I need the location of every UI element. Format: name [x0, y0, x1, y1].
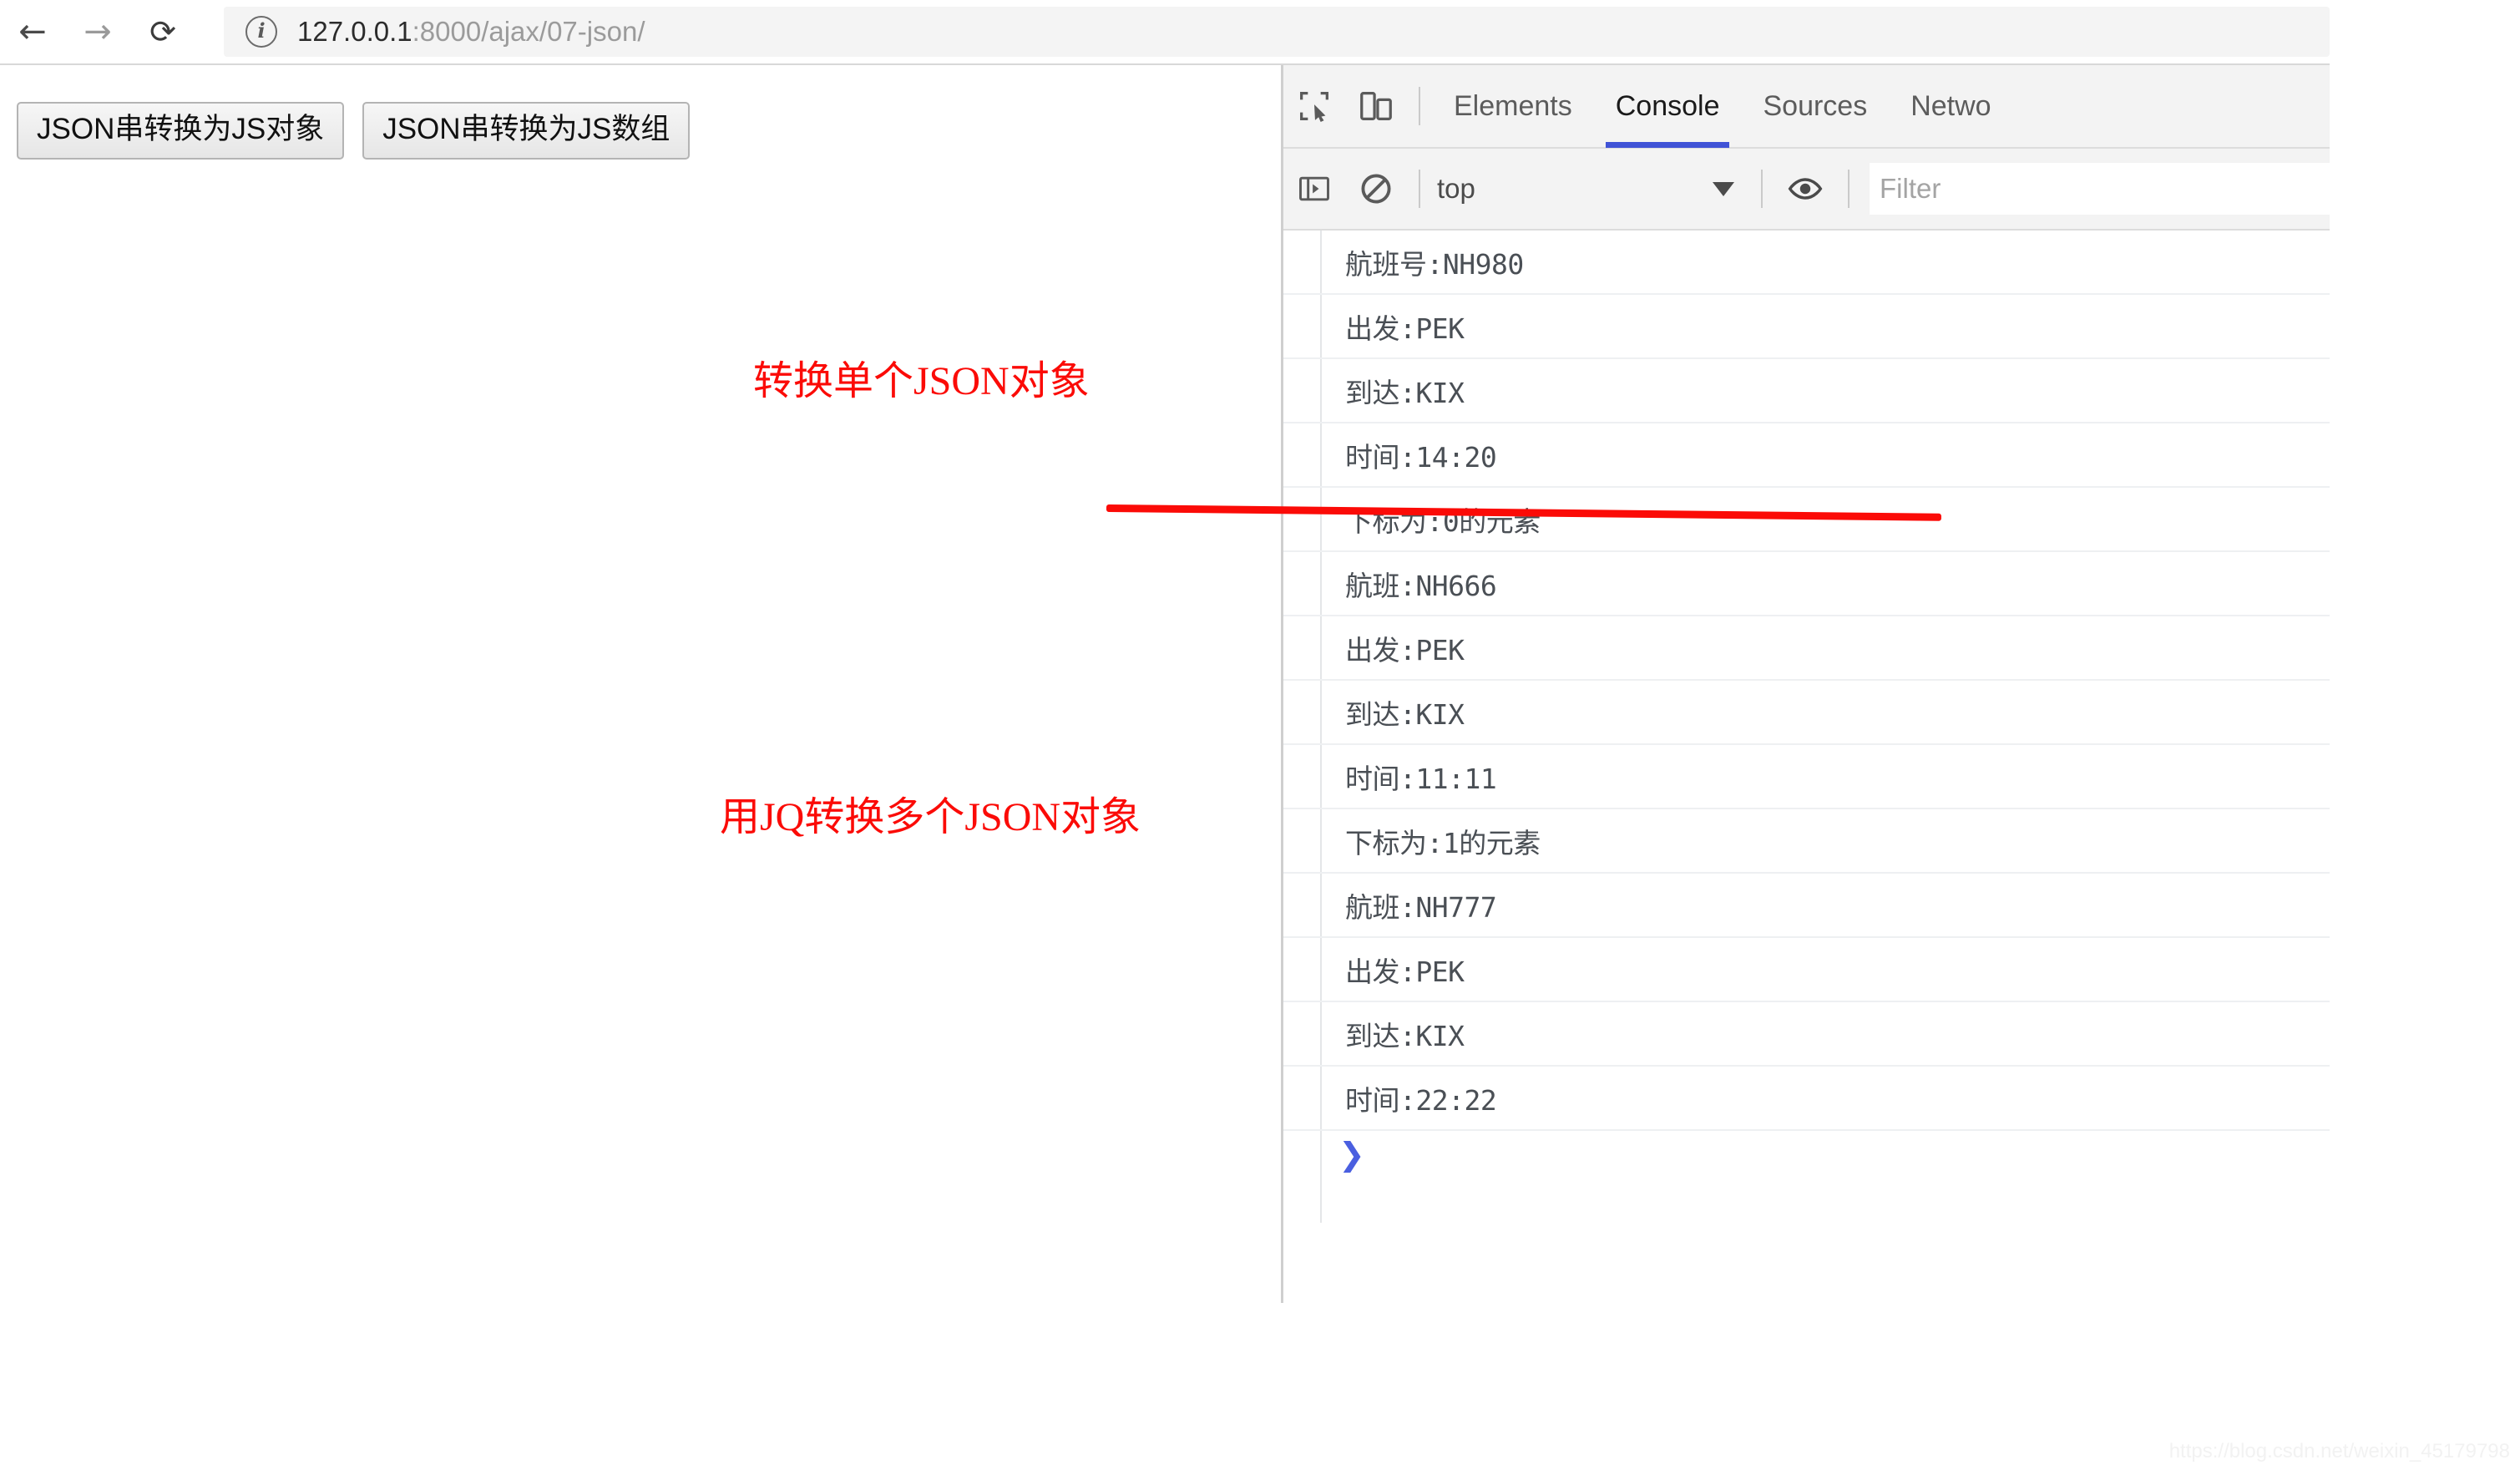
- console-row[interactable]: 到达:KIX: [1283, 1002, 2330, 1067]
- live-expression-eye-icon[interactable]: [1774, 147, 1836, 231]
- console-filter-toolbar: top: [1283, 149, 2330, 231]
- prompt-chevron-icon: ❯: [1338, 1136, 1365, 1173]
- filterbar-divider-1: [1419, 170, 1420, 208]
- json-to-object-button[interactable]: JSON串转换为JS对象: [17, 102, 345, 160]
- console-message-text: 到达:KIX: [1345, 376, 1465, 409]
- url-host: 127.0.0.1: [297, 16, 412, 47]
- demo-button-row: JSON串转换为JS对象 JSON串转换为JS数组: [17, 102, 691, 160]
- tab-elements[interactable]: Elements: [1432, 65, 1594, 148]
- console-message-text: 出发:PEK: [1345, 955, 1465, 988]
- sidebar-toggle-icon[interactable]: [1283, 147, 1345, 231]
- url-path: :8000/ajax/07-json/: [412, 16, 645, 47]
- console-row-gutter: [1283, 1002, 1322, 1065]
- console-message-text: 到达:KIX: [1345, 697, 1465, 731]
- filterbar-divider-2: [1761, 170, 1763, 208]
- console-row-gutter: [1283, 488, 1322, 550]
- console-row[interactable]: 下标为:0的元素: [1283, 488, 2330, 552]
- console-row-gutter: [1283, 295, 1322, 357]
- console-message-text: 航班号:NH980: [1345, 247, 1524, 281]
- reload-icon: ⟳: [149, 13, 176, 50]
- console-message-text: 出发:PEK: [1345, 633, 1465, 667]
- console-row[interactable]: 时间:22:22: [1283, 1067, 2330, 1131]
- tab-network[interactable]: Netwo: [1889, 65, 2012, 148]
- console-message-text: 时间:14:20: [1345, 440, 1497, 474]
- console-row-gutter: [1283, 1067, 1322, 1129]
- console-message-text: 到达:KIX: [1345, 1019, 1465, 1052]
- console-row-gutter: [1283, 231, 1322, 293]
- annotation-multiple-json-objects: 用JQ转换多个JSON对象: [720, 795, 1141, 839]
- address-bar[interactable]: i 127.0.0.1:8000/ajax/07-json/: [224, 7, 2330, 57]
- console-filter-input[interactable]: [1870, 163, 2330, 215]
- console-message-text: 时间:11:11: [1345, 762, 1497, 795]
- console-row-gutter: [1283, 616, 1322, 679]
- console-row-gutter: [1283, 938, 1322, 1001]
- console-row[interactable]: 出发:PEK: [1283, 616, 2330, 681]
- console-input-prompt[interactable]: ❯: [1283, 1131, 2330, 1223]
- tab-sources[interactable]: Sources: [1741, 65, 1889, 148]
- forward-arrow-icon: →: [83, 13, 112, 51]
- execution-context-label: top: [1437, 173, 1475, 204]
- watermark-text: https://blog.csdn.net/weixin_45179798: [2168, 1440, 2510, 1462]
- devtools-tabbar: Elements Console Sources Netwo: [1283, 65, 2330, 149]
- json-to-array-button[interactable]: JSON串转换为JS数组: [362, 102, 691, 160]
- console-row[interactable]: 到达:KIX: [1283, 359, 2330, 423]
- tab-console[interactable]: Console: [1594, 65, 1742, 148]
- console-row[interactable]: 出发:PEK: [1283, 295, 2330, 359]
- reload-button[interactable]: ⟳: [130, 0, 195, 63]
- console-row-gutter: [1283, 745, 1322, 808]
- console-row-gutter: [1283, 423, 1322, 486]
- execution-context-select[interactable]: top: [1432, 148, 1749, 230]
- chevron-down-icon: [1713, 181, 1734, 196]
- console-row[interactable]: 到达:KIX: [1283, 681, 2330, 745]
- console-row[interactable]: 航班:NH777: [1283, 874, 2330, 938]
- console-message-text: 航班:NH666: [1345, 569, 1497, 602]
- device-toolbar-icon[interactable]: [1345, 65, 1407, 148]
- console-row[interactable]: 下标为:1的元素: [1283, 809, 2330, 874]
- console-row-gutter: [1283, 809, 1322, 872]
- site-info-icon[interactable]: i: [245, 16, 277, 48]
- console-message-text: 出发:PEK: [1345, 312, 1465, 345]
- url-text: 127.0.0.1:8000/ajax/07-json/: [297, 16, 645, 48]
- browser-toolbar: ← → ⟳ i 127.0.0.1:8000/ajax/07-json/: [0, 0, 2330, 65]
- console-row-gutter: [1283, 359, 1322, 422]
- console-row-gutter: [1283, 552, 1322, 615]
- console-row[interactable]: 时间:11:11: [1283, 745, 2330, 809]
- forward-button[interactable]: →: [65, 0, 130, 63]
- inspect-element-icon[interactable]: [1283, 65, 1345, 148]
- console-row[interactable]: 航班号:NH980: [1283, 231, 2330, 295]
- console-message-list: 航班号:NH980 出发:PEK 到达:KIX 时间:14:20 下标为:0的元…: [1283, 231, 2330, 1223]
- console-message-text: 时间:22:22: [1345, 1083, 1497, 1117]
- console-message-text: 下标为:1的元素: [1345, 826, 1541, 859]
- console-row[interactable]: 出发:PEK: [1283, 938, 2330, 1002]
- annotation-single-json-object: 转换单个JSON对象: [753, 359, 1090, 403]
- console-row-gutter: [1283, 874, 1322, 936]
- page-viewport: JSON串转换为JS对象 JSON串转换为JS数组 转换单个JSON对象 用JQ…: [0, 65, 1281, 1410]
- console-message-text: 航班:NH777: [1345, 890, 1497, 924]
- clear-console-icon[interactable]: [1345, 147, 1407, 231]
- console-row[interactable]: 时间:14:20: [1283, 423, 2330, 488]
- back-button[interactable]: ←: [0, 0, 65, 63]
- toolbar-divider: [1419, 87, 1420, 125]
- console-row[interactable]: 航班:NH666: [1283, 552, 2330, 616]
- console-row-gutter: [1283, 681, 1322, 743]
- console-message-text: 下标为:0的元素: [1345, 504, 1541, 538]
- filterbar-divider-3: [1848, 170, 1850, 208]
- devtools-panel: Elements Console Sources Netwo top Filte…: [1281, 65, 2330, 1303]
- console-prompt-gutter: [1283, 1131, 1322, 1223]
- back-arrow-icon: ←: [18, 13, 47, 51]
